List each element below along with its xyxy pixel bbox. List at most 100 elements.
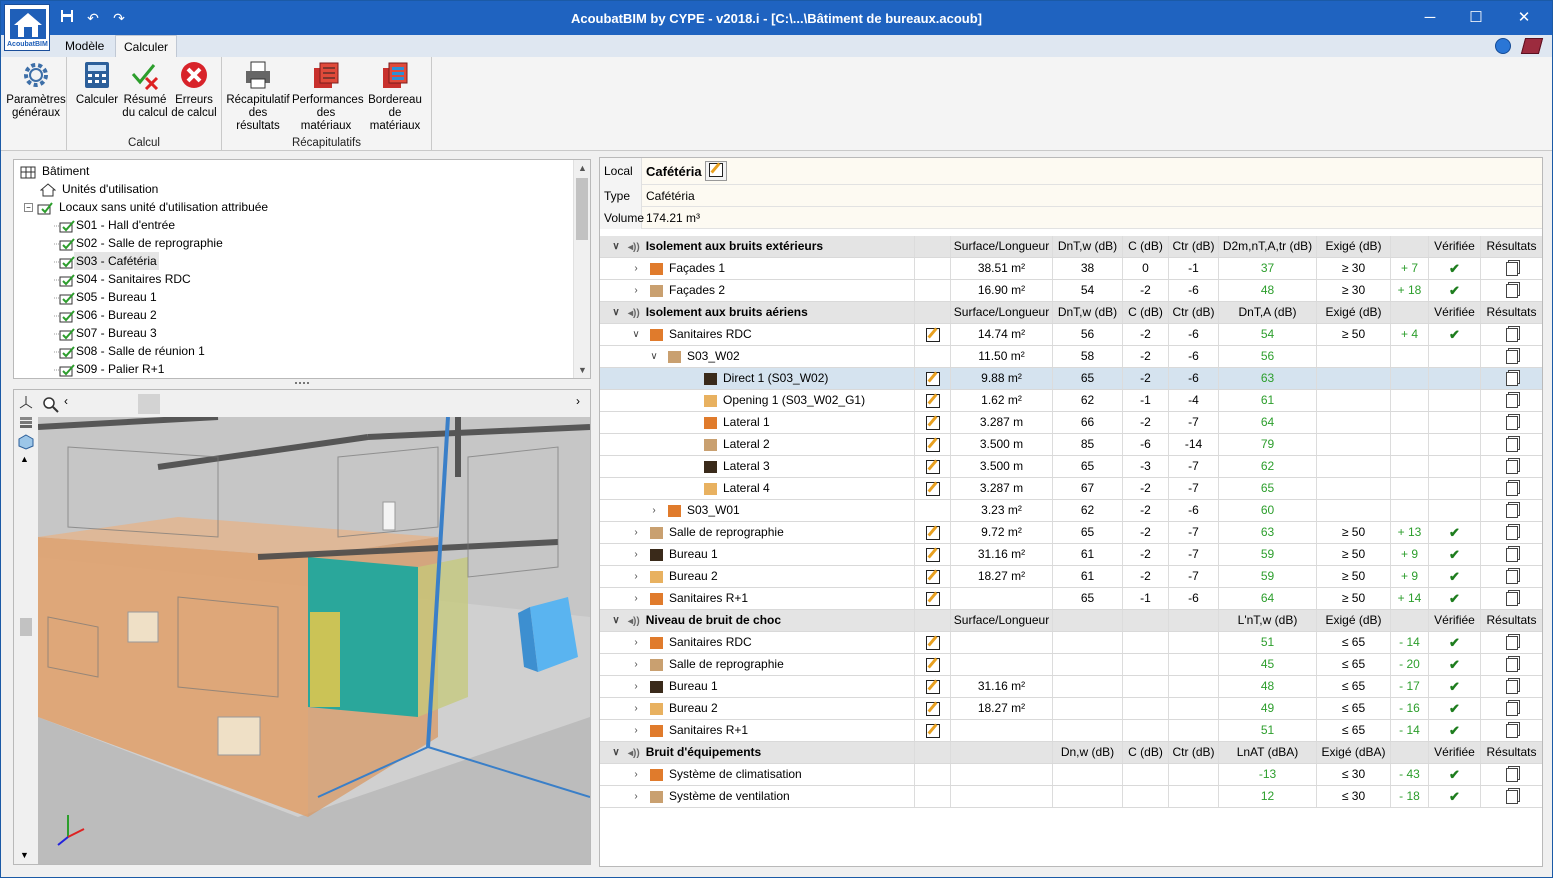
results-report-icon[interactable] [1505,701,1518,716]
results-report-icon[interactable] [1505,635,1518,650]
results-report-icon[interactable] [1505,547,1518,562]
section-header[interactable]: ∨ ◂)) Isolement aux bruits aériens Surface/… [600,302,1542,324]
hscroll-thumb[interactable] [138,394,160,414]
splitter-handle[interactable] [295,382,309,385]
performances-materiaux-button[interactable]: Performances des matériaux [292,60,364,133]
results-report-icon[interactable] [1505,525,1518,540]
edit-cell[interactable] [914,522,950,543]
tree-item-room[interactable]: S03 - Cafétéria [54,252,159,270]
resume-calcul-button[interactable]: Résumé du calcul [121,60,169,120]
chevron-right-icon[interactable]: › [630,654,642,675]
results-report-icon[interactable] [1505,679,1518,694]
chevron-right-icon[interactable]: › [630,698,642,719]
results-report-icon[interactable] [1505,393,1518,408]
globe-icon[interactable] [1495,38,1511,54]
scroll-right-icon[interactable]: › [576,394,580,408]
results-report-icon[interactable] [1505,415,1518,430]
tree-item-room[interactable]: S02 - Salle de reprographie [54,234,225,252]
edit-cell[interactable] [914,566,950,587]
results-report-icon[interactable] [1505,767,1518,782]
table-row[interactable]: › Façades 2 16.90 m² 54 -2 -6 48 ≥ 30 + 18 ✔ [600,280,1542,302]
table-row[interactable]: › Sanitaires RDC 51 ≤ 65- 14 ✔ [600,632,1542,654]
edit-cell[interactable] [914,632,950,653]
results-report-icon[interactable] [1505,371,1518,386]
tree-item-batiment[interactable]: Bâtiment [20,162,91,180]
edit-cell[interactable] [914,654,950,675]
tree-item-unites[interactable]: Unités d'utilisation [39,180,160,198]
vertical-scroll-thumb[interactable] [20,618,32,636]
chevron-down-icon[interactable]: ∨ [630,324,642,345]
results-cell[interactable] [1480,764,1542,785]
view-hscroll[interactable]: ‹ › [54,394,590,414]
results-cell[interactable] [1480,456,1542,477]
results-report-icon[interactable] [1505,283,1518,298]
table-row[interactable]: ∨ Sanitaires RDC 14.74 m² 56 -2 -6 54 ≥ 50 + 4 ✔ [600,324,1542,346]
results-cell[interactable] [1480,500,1542,521]
results-cell[interactable] [1480,544,1542,565]
scroll-thumb[interactable] [576,178,588,240]
chevron-right-icon[interactable]: › [630,258,642,279]
results-cell[interactable] [1480,786,1542,807]
table-row[interactable]: › Bureau 1 31.16 m² 61 -2 -7 59 ≥ 50 + 9 ✔ [600,544,1542,566]
tree-item-room[interactable]: S09 - Palier R+1 [54,360,166,378]
results-cell[interactable] [1480,566,1542,587]
scroll-left-icon[interactable]: ‹ [64,394,68,408]
results-cell[interactable] [1480,324,1542,345]
app-logo[interactable]: AcoubatBIM [4,4,50,51]
edit-cell[interactable] [914,720,950,741]
results-report-icon[interactable] [1505,723,1518,738]
chevron-down-icon[interactable]: ∨ [610,236,622,257]
results-report-icon[interactable] [1505,481,1518,496]
collapse-icon[interactable]: − [24,203,33,213]
edit-cell[interactable] [914,390,950,411]
table-row[interactable]: › Sanitaires R+1 51 ≤ 65- 14 ✔ [600,720,1542,742]
table-row[interactable]: › Salle de reprographie 45 ≤ 65- 20 ✔ [600,654,1542,676]
table-row[interactable]: Lateral 2 3.500 m 85 -6 -14 79 [600,434,1542,456]
table-row[interactable]: Opening 1 (S03_W02_G1) 1.62 m² 62 -1 -4 61 [600,390,1542,412]
section-header[interactable]: ∨ ◂)) Niveau de bruit de choc Surface/Longu… [600,610,1542,632]
results-cell[interactable] [1480,676,1542,697]
table-row[interactable]: › Sanitaires R+1 65 -1 -6 64 ≥ 50 + 14 ✔ [600,588,1542,610]
results-report-icon[interactable] [1505,261,1518,276]
table-row[interactable]: › Système de ventilation 12 ≤ 30- 18 ✔ [600,786,1542,808]
chevron-down-icon[interactable]: ∨ [648,346,660,367]
results-cell[interactable] [1480,654,1542,675]
edit-local-button[interactable] [705,161,727,181]
tree-item-room[interactable]: S04 - Sanitaires RDC [54,270,193,288]
chevron-right-icon[interactable]: › [630,632,642,653]
table-row[interactable]: Lateral 3 3.500 m 65 -3 -7 62 [600,456,1542,478]
section-header[interactable]: ∨ ◂)) Isolement aux bruits extérieurs Surfa… [600,236,1542,258]
tab-modele[interactable]: Modèle [57,35,112,57]
results-cell[interactable] [1480,258,1542,279]
chevron-down-icon[interactable]: ∨ [610,610,622,631]
results-report-icon[interactable] [1505,327,1518,342]
results-cell[interactable] [1480,368,1542,389]
results-cell[interactable] [1480,720,1542,741]
results-report-icon[interactable] [1505,591,1518,606]
results-cell[interactable] [1480,478,1542,499]
edit-cell[interactable] [914,698,950,719]
minimize-button[interactable]: ─ [1415,6,1445,30]
scroll-up-icon[interactable]: ▲ [574,160,590,176]
results-cell[interactable] [1480,280,1542,301]
chevron-down-icon[interactable]: ∨ [610,742,622,763]
bordereau-materiaux-button[interactable]: Bordereau de matériaux [362,60,428,133]
table-row[interactable]: ∨ S03_W02 11.50 m² 58 -2 -6 56 [600,346,1542,368]
table-row[interactable]: › S03_W01 3.23 m² 62 -2 -6 60 [600,500,1542,522]
chevron-right-icon[interactable]: › [630,786,642,807]
chevron-right-icon[interactable]: › [630,522,642,543]
tree-item-locaux[interactable]: − Locaux sans unité d'utilisation attribu… [24,198,270,216]
results-report-icon[interactable] [1505,569,1518,584]
results-report-icon[interactable] [1505,657,1518,672]
results-report-icon[interactable] [1505,349,1518,364]
results-cell[interactable] [1480,412,1542,433]
close-button[interactable]: ✕ [1509,6,1539,30]
scroll-down-icon[interactable]: ▼ [574,362,590,378]
cube-icon[interactable] [18,434,34,450]
edit-cell[interactable] [914,478,950,499]
chevron-right-icon[interactable]: › [648,500,660,521]
table-row[interactable]: Lateral 1 3.287 m 66 -2 -7 64 [600,412,1542,434]
tree-item-room[interactable]: S06 - Bureau 2 [54,306,159,324]
results-cell[interactable] [1480,390,1542,411]
edit-cell[interactable] [914,676,950,697]
